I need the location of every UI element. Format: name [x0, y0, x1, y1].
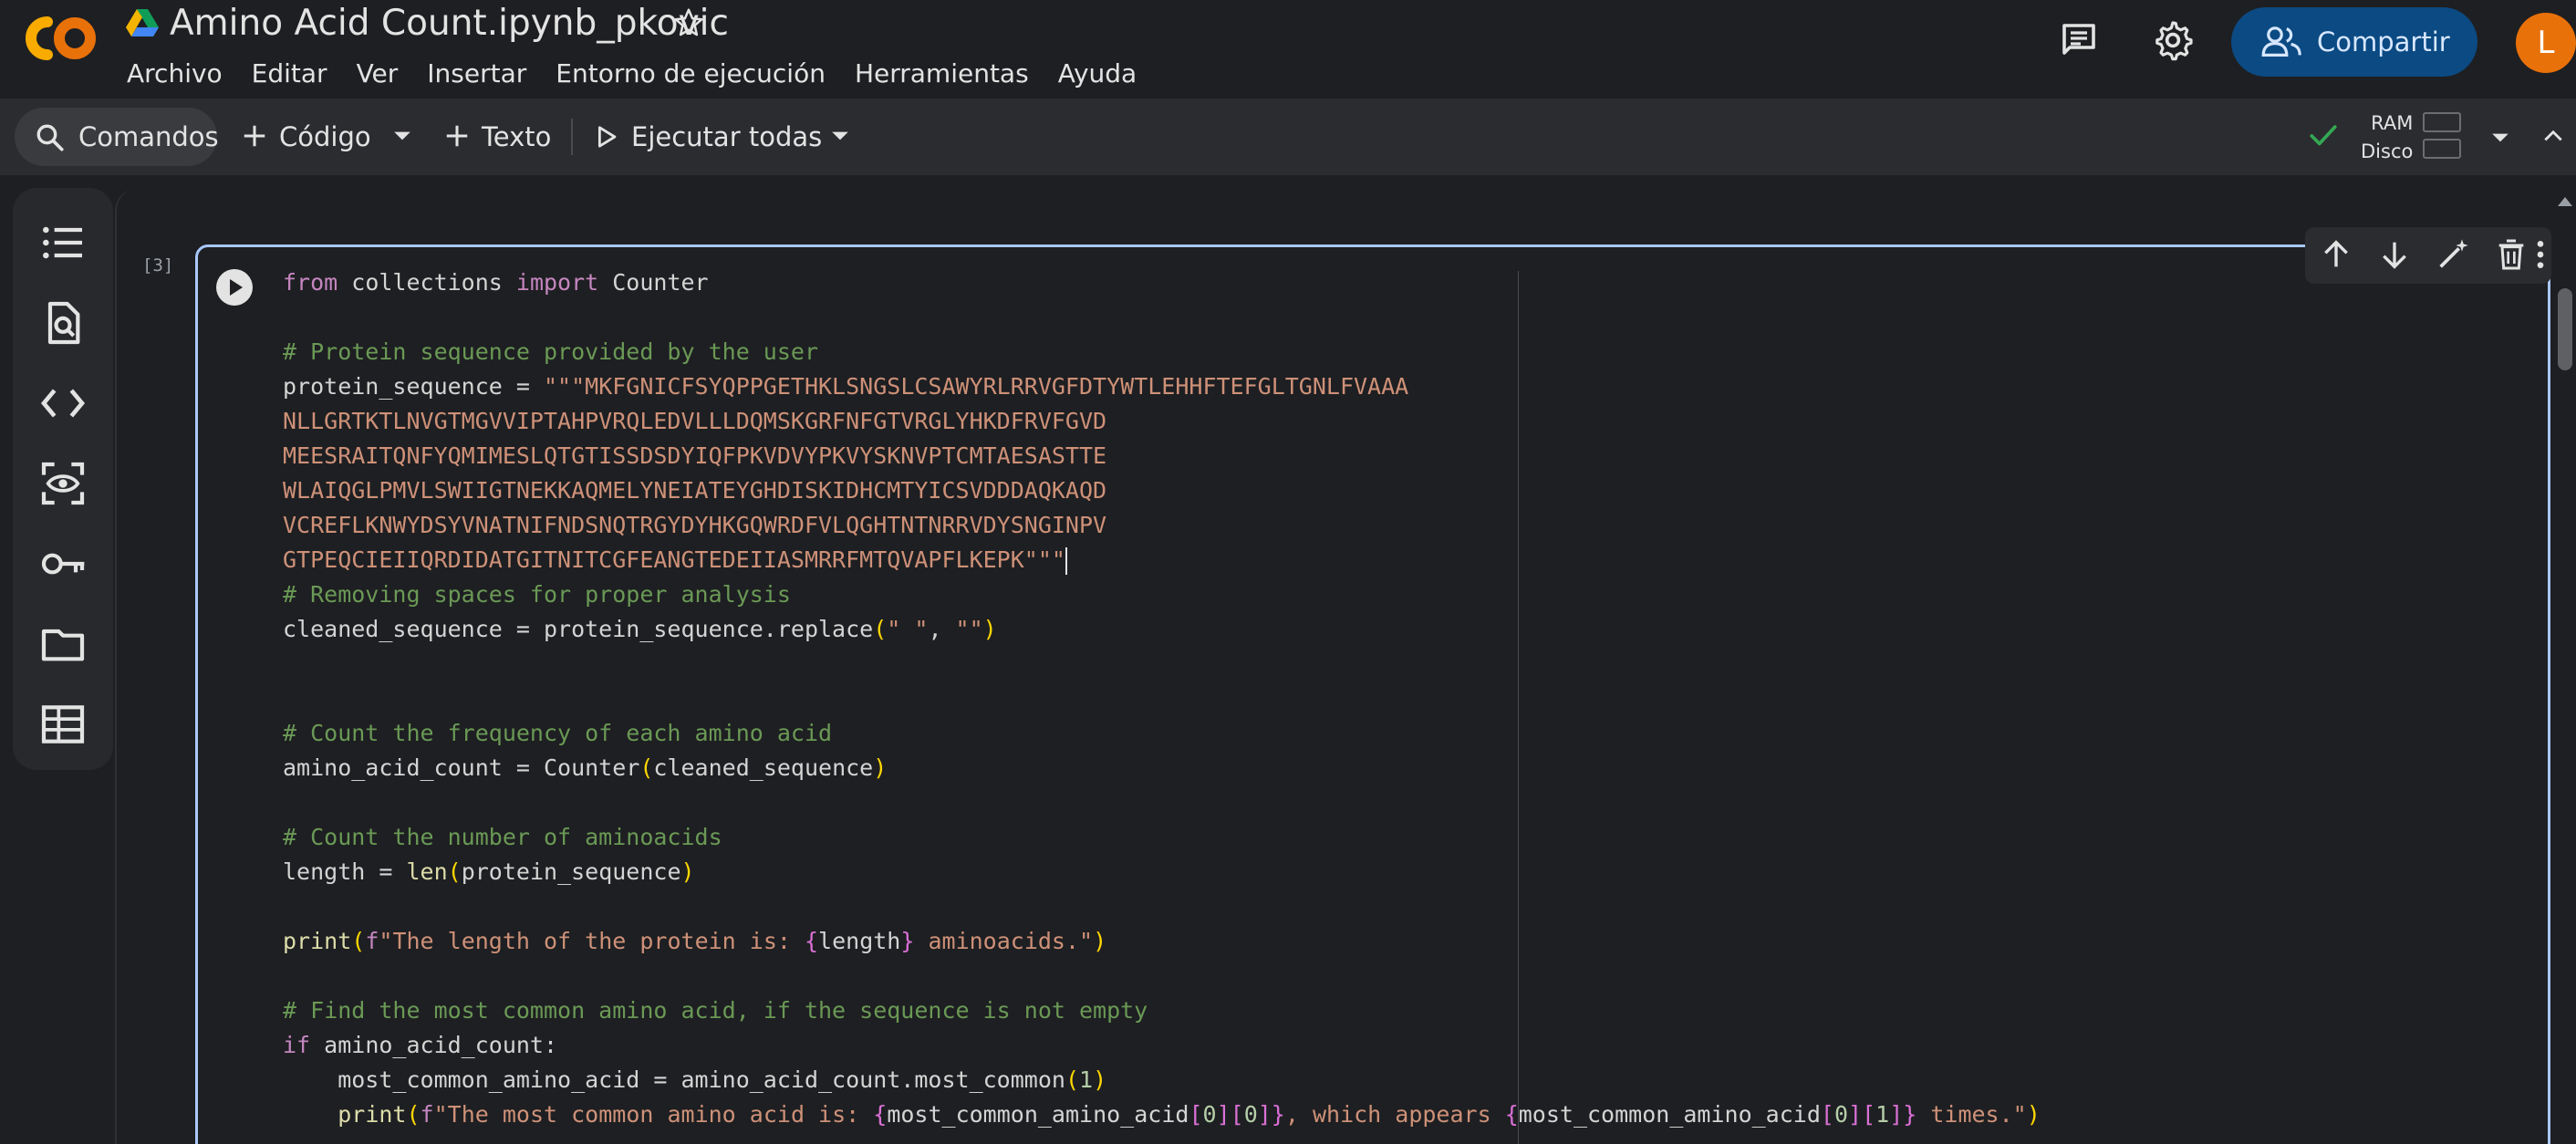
comments-icon[interactable]	[2057, 18, 2101, 62]
code-line: amino_acid_count = Counter(cleaned_seque…	[283, 754, 888, 781]
menu-insertar[interactable]: Insertar	[412, 55, 541, 93]
run-all-dropdown-caret-icon[interactable]	[830, 130, 850, 142]
notebook-toolbar: Comandos Código Texto Ejecutar todas RAM…	[0, 99, 2576, 175]
ram-usage-bar	[2423, 112, 2461, 132]
share-button-label: Compartir	[2317, 26, 2450, 57]
connected-checkmark-icon	[2310, 125, 2337, 146]
cell-toolbar	[2305, 227, 2551, 284]
move-cell-down-icon[interactable]	[2376, 236, 2413, 273]
colab-logo-icon[interactable]	[20, 13, 99, 64]
resource-labels[interactable]: RAM Disco	[2361, 109, 2413, 166]
code-line: GTPEQCIEIIQRDIDATGITNITCGFEANGTEDEIIASMR…	[283, 546, 1067, 575]
vertical-scrollbar-thumb[interactable]	[2558, 288, 2572, 370]
menu-ver[interactable]: Ver	[342, 55, 413, 93]
code-line: print(f"The most common amino acid is: {…	[338, 1101, 2041, 1128]
edit-magic-icon[interactable]	[2435, 236, 2471, 273]
code-line: NLLGRTKTLNVGTMGVVIPTAHPVRQLEDVLLLDQMSKGR…	[283, 408, 1107, 434]
notebook-title[interactable]: Amino Acid Count.ipynb_pkovic	[170, 0, 729, 47]
code-line: cleaned_sequence = protein_sequence.repl…	[283, 616, 997, 642]
delete-trash-icon[interactable]	[2493, 236, 2529, 273]
previous-cell-output-edge	[117, 188, 2576, 208]
code-line: VCREFLKNWYDSYVNATNIFNDSNQTRGYDYHKGQWRDFV…	[283, 512, 1107, 538]
secrets-key-icon[interactable]	[37, 538, 88, 589]
run-all-button[interactable]: Ejecutar todas	[631, 99, 822, 175]
menu-editar[interactable]: Editar	[237, 55, 342, 93]
code-line: most_common_amino_acid = amino_acid_coun…	[283, 1066, 1107, 1093]
data-table-icon[interactable]	[37, 699, 88, 750]
execution-count: [3]	[142, 255, 174, 276]
add-code-button[interactable]: Código	[279, 99, 371, 175]
code-line: # Protein sequence provided by the user	[283, 338, 818, 365]
plus-icon	[244, 125, 265, 147]
collapse-chevron-up-icon[interactable]	[2541, 126, 2565, 144]
menu-ayuda[interactable]: Ayuda	[1044, 55, 1152, 93]
table-of-contents-icon[interactable]	[37, 217, 88, 268]
user-avatar[interactable]: L	[2516, 13, 2576, 73]
code-line: protein_sequence = """MKFGNICFSYQPPGETHK…	[283, 373, 1409, 400]
play-icon	[230, 279, 243, 296]
code-cell[interactable]: from collections import Counter # Protei…	[195, 227, 2551, 1144]
code-dropdown-caret-icon[interactable]	[392, 130, 412, 142]
run-cell-button[interactable]	[216, 269, 253, 306]
resource-usage-bars[interactable]	[2423, 112, 2461, 165]
app-header: Amino Acid Count.ipynb_pkovic Archivo Ed…	[0, 0, 2576, 99]
disk-usage-bar	[2423, 139, 2461, 159]
toolbar-divider	[571, 119, 573, 155]
commands-button[interactable]: Comandos	[15, 108, 219, 166]
files-folder-icon[interactable]	[37, 619, 88, 670]
code-line: # Count the number of aminoacids	[283, 824, 722, 850]
google-drive-icon[interactable]	[126, 7, 159, 36]
find-replace-icon[interactable]	[37, 297, 88, 348]
code-line: length = len(protein_sequence)	[283, 858, 695, 885]
code-line: # Find the most common amino acid, if th…	[283, 997, 1148, 1024]
search-icon	[36, 124, 64, 151]
code-snippets-icon[interactable]	[37, 378, 88, 429]
code-line: # Count the frequency of each amino acid	[283, 720, 833, 746]
add-text-button[interactable]: Texto	[482, 99, 551, 175]
code-editor[interactable]: from collections import Counter # Protei…	[283, 265, 2041, 1132]
more-options-kebab-icon[interactable]	[2531, 236, 2550, 273]
menu-bar: Archivo Editar Ver Insertar Entorno de e…	[127, 55, 1151, 93]
menu-archivo[interactable]: Archivo	[127, 55, 237, 93]
plus-icon	[446, 125, 468, 147]
code-line: MEESRAITQNFYQMIMESLQTGTISSDSDYIQFPKVDVYP…	[283, 442, 1107, 469]
code-line: print(f"The length of the protein is: {l…	[283, 928, 1107, 954]
code-line: # Removing spaces for proper analysis	[283, 581, 791, 608]
menu-herramientas[interactable]: Herramientas	[840, 55, 1044, 93]
run-triangle-icon	[597, 126, 617, 148]
people-icon	[2261, 26, 2301, 57]
ram-label: RAM	[2371, 112, 2414, 134]
code-line: from collections import Counter	[283, 269, 709, 296]
left-sidebar	[13, 188, 113, 770]
variables-inspector-icon[interactable]	[37, 458, 88, 509]
move-cell-up-icon[interactable]	[2318, 236, 2354, 273]
text-cursor	[1065, 547, 1067, 575]
share-button[interactable]: Compartir	[2231, 7, 2477, 77]
menu-entorno-de-ejecucion[interactable]: Entorno de ejecución	[541, 55, 840, 93]
disk-label: Disco	[2361, 140, 2414, 162]
commands-label: Comandos	[78, 121, 219, 152]
scroll-up-arrow-icon[interactable]	[2554, 193, 2576, 210]
notebook-main-area[interactable]: [3] from collections import Counter # Pr…	[115, 188, 2576, 1144]
star-icon[interactable]	[671, 5, 706, 40]
settings-gear-icon[interactable]	[2151, 18, 2195, 62]
runtime-dropdown-caret-icon[interactable]	[2490, 131, 2510, 144]
code-line: if amino_acid_count:	[283, 1032, 558, 1058]
code-line: WLAIQGLPMVLSWIIGTNEKKAQMELYNEIATEYGHDISK…	[283, 477, 1107, 504]
